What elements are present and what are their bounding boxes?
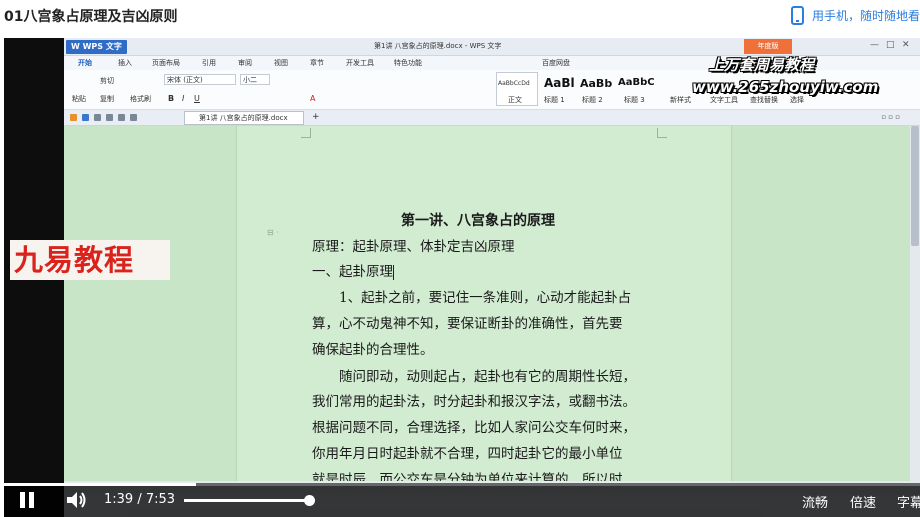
wps-doc-title: 第1讲 八宫象占的原理.docx - WPS 文字 — [374, 42, 502, 50]
text-tools-label: 文字工具 — [710, 96, 738, 104]
menu-view: 视图 — [274, 59, 288, 67]
progress-fill — [4, 483, 196, 486]
cut-label: 剪切 — [100, 77, 114, 85]
document-scroll-thumb — [911, 126, 919, 246]
margin-corner — [657, 128, 667, 138]
phone-icon — [790, 5, 804, 25]
print-icon — [94, 114, 101, 121]
document-line: 根据问题不同，合理选择，比如人家问公交车何时来， — [312, 420, 636, 436]
time-separator: / — [137, 492, 142, 507]
italic-icon: I — [182, 94, 185, 103]
watch-on-phone-link[interactable]: 用手机，随时随地看 — [790, 4, 920, 26]
document-area: ⊟ · 第一讲、八宫象占的原理 原理：起卦原理、体卦定吉凶原理 一、起卦原理 1… — [64, 126, 920, 488]
document-line: 我们常用的起卦法，时分起卦和报汉字法，或翻书法。 — [312, 394, 636, 410]
watermark-logo: 九易教程 — [10, 240, 170, 280]
total-time: 7:53 — [145, 492, 176, 507]
current-time: 1:39 — [104, 492, 134, 507]
document-line: 随问即动，动则起占，起卦也有它的周期性长短， — [312, 369, 636, 385]
style-h2-preview: AaBb — [580, 77, 613, 90]
new-style-label: 新样式 — [670, 96, 691, 104]
wps-vip-badge: 年度版 — [744, 39, 792, 54]
menu-layout: 页面布局 — [152, 59, 180, 67]
volume-fill — [184, 499, 310, 502]
volume-knob[interactable] — [304, 495, 315, 506]
wps-logo: W WPS 文字 — [66, 40, 127, 54]
copy-label: 复制 — [100, 95, 114, 103]
select-label: 选择 — [790, 96, 804, 104]
folder-icon — [70, 114, 77, 121]
style-normal-preview: AaBbCcDd — [498, 80, 530, 87]
document-line: 1、起卦之前，要记住一条准则，心动才能起卦占 — [312, 290, 632, 306]
document-line: 原理：起卦原理、体卦定吉凶原理 — [312, 239, 515, 255]
style-normal-name: 正文 — [508, 96, 522, 104]
font-color-icon: A — [310, 94, 316, 103]
maximize-icon: □ — [886, 40, 895, 50]
preview-icon — [106, 114, 113, 121]
undo-icon — [118, 114, 125, 121]
document-line: 你用年月日时起卦就不合理，四时起卦它的最小单位 — [312, 446, 623, 462]
format-painter-label: 格式刷 — [130, 95, 151, 103]
watermark-top: 上万套周易教程 — [709, 56, 815, 74]
document-line: 确保起卦的合理性。 — [312, 342, 434, 358]
time-display: 1:39 / 7:53 — [104, 492, 175, 507]
style-h3-preview: AaBbC — [618, 77, 655, 88]
menu-references: 引用 — [202, 59, 216, 67]
phone-link-label: 用手机，随时随地看 — [811, 8, 920, 23]
underline-icon: U — [194, 94, 200, 103]
volume-icon — [67, 492, 86, 508]
menu-home: 开始 — [78, 59, 92, 67]
font-name: 宋体 (正文) — [167, 76, 203, 84]
bold-icon: B — [168, 94, 175, 103]
pause-icon-bar — [20, 492, 25, 508]
style-h1-preview: AaBl — [544, 76, 575, 90]
redo-icon — [130, 114, 137, 121]
menu-chapter: 章节 — [310, 59, 324, 67]
player-controls: 1:39 / 7:53 流畅 倍速 字幕 — [4, 483, 920, 517]
tab-window-icons: ▫ ▫ ▫ — [881, 113, 900, 121]
menu-devtools: 开发工具 — [346, 59, 374, 67]
new-tab-icon: + — [312, 112, 320, 122]
menu-insert: 插入 — [118, 59, 132, 67]
page-title: 01八宫象占原理及吉凶原则 — [4, 9, 178, 25]
watermark-url: www.265zhouyiw.com — [692, 78, 879, 96]
document-heading: 第一讲、八宫象占的原理 — [401, 213, 555, 229]
font-size: 小二 — [243, 76, 257, 84]
wps-window: W WPS 文字 第1讲 八宫象占的原理.docx - WPS 文字 年度版 —… — [4, 38, 920, 517]
speed-button[interactable]: 倍速 — [850, 492, 876, 511]
video-player[interactable]: W WPS 文字 第1讲 八宫象占的原理.docx - WPS 文字 年度版 —… — [4, 38, 920, 517]
document-line: 一、起卦原理 — [312, 260, 672, 280]
menu-features: 特色功能 — [394, 59, 422, 67]
paste-label: 粘贴 — [72, 95, 86, 103]
pause-button[interactable] — [20, 492, 34, 508]
document-line-text: 一、起卦原理 — [312, 264, 393, 280]
paragraph-handle-icon: ⊟ · — [267, 228, 279, 237]
volume-button[interactable] — [66, 491, 88, 509]
menu-review: 审阅 — [238, 59, 252, 67]
margin-corner — [301, 128, 311, 138]
document-page: ⊟ · 第一讲、八宫象占的原理 原理：起卦原理、体卦定吉凶原理 一、起卦原理 1… — [236, 126, 732, 488]
page-header: 01八宫象占原理及吉凶原则 用手机，随时随地看 — [0, 0, 920, 30]
volume-slider[interactable] — [184, 495, 315, 506]
minimize-icon: — — [870, 40, 879, 50]
wps-quickbar: 第1讲 八宫象占的原理.docx + ▫ ▫ ▫ — [64, 110, 920, 126]
style-h1-name: 标题 1 — [544, 96, 565, 104]
style-h3-name: 标题 3 — [624, 96, 645, 104]
document-scrollbar — [910, 126, 920, 481]
close-icon: ✕ — [902, 40, 910, 50]
text-cursor — [393, 265, 394, 280]
progress-bar[interactable] — [4, 483, 920, 486]
subtitles-button[interactable]: 字幕 — [897, 492, 920, 511]
pause-icon-bar — [29, 492, 34, 508]
style-h2-name: 标题 2 — [582, 96, 603, 104]
find-replace-label: 查找替换 — [750, 96, 778, 104]
save-icon — [82, 114, 89, 121]
quality-button[interactable]: 流畅 — [802, 492, 828, 511]
document-tab: 第1讲 八宫象占的原理.docx — [184, 111, 304, 125]
menu-baidu-disk: 百度网盘 — [542, 59, 570, 67]
document-line: 算，心不动鬼神不知，要保证断卦的准确性，首先要 — [312, 316, 623, 332]
